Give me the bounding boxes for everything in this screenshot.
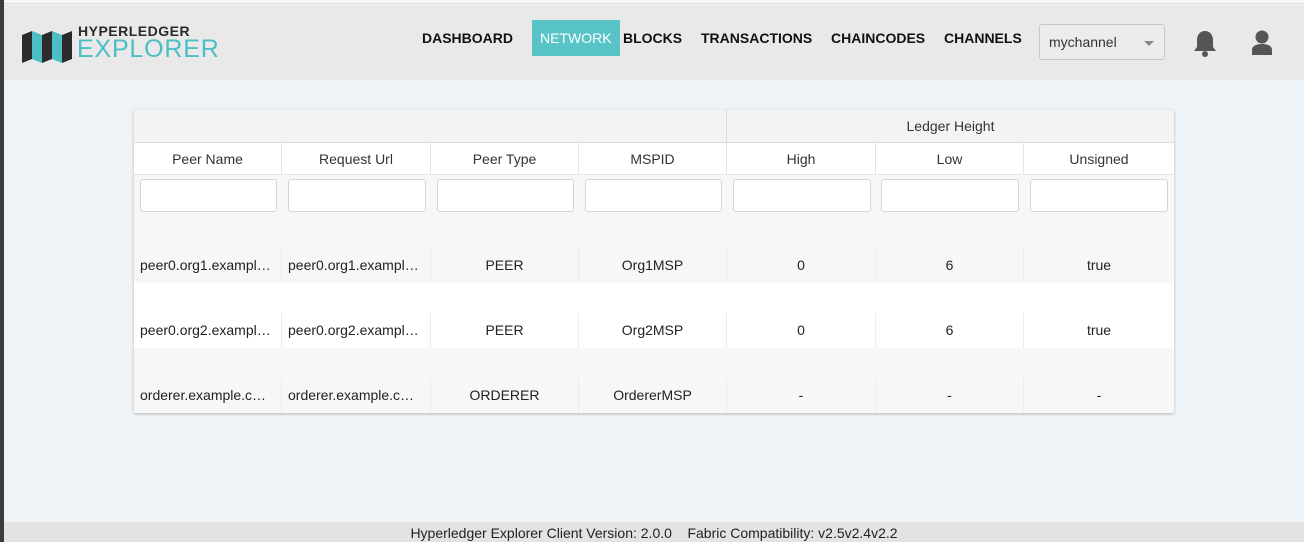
logo-text-explorer: EXPLORER bbox=[77, 35, 220, 63]
ledger-height-group-label: Ledger Height bbox=[906, 118, 995, 134]
cell-request-url: peer0.org2.exampl… bbox=[282, 313, 431, 348]
cell-high: 0 bbox=[727, 248, 876, 283]
bell-icon[interactable] bbox=[1192, 29, 1218, 57]
filter-input-low[interactable] bbox=[881, 179, 1019, 212]
filter-input-request-url[interactable] bbox=[288, 179, 426, 212]
window-edge bbox=[0, 0, 4, 542]
column-header-low[interactable]: Low bbox=[876, 143, 1024, 175]
cell-peer-type: ORDERER bbox=[431, 378, 579, 413]
nav-channels[interactable]: CHANNELS bbox=[944, 20, 1022, 56]
cell-request-url: orderer.example.c… bbox=[282, 378, 431, 413]
filter-input-mspid[interactable] bbox=[585, 179, 722, 212]
channel-select[interactable]: mychannel bbox=[1039, 24, 1165, 60]
table-header-row: Peer Name Request Url Peer Type MSPID Hi… bbox=[134, 143, 1174, 175]
nav-dashboard[interactable]: DASHBOARD bbox=[422, 20, 513, 56]
nav-blocks[interactable]: BLOCKS bbox=[623, 20, 682, 56]
peers-table: Ledger Height Peer Name Request Url Peer… bbox=[134, 110, 1174, 413]
table-filter-row bbox=[134, 175, 1174, 218]
table-row[interactable]: orderer.example.c… orderer.example.c… OR… bbox=[134, 348, 1174, 413]
cell-unsigned: true bbox=[1086, 257, 1112, 273]
cell-unsigned: true bbox=[1086, 322, 1112, 338]
cell-peer-name: peer0.org1.exampl… bbox=[134, 248, 282, 283]
cell-low: 6 bbox=[876, 248, 1024, 283]
top-navbar: HYPERLEDGER EXPLORER DASHBOARD NETWORK B… bbox=[4, 5, 1304, 80]
window-top-edge bbox=[4, 0, 1304, 4]
nav-network[interactable]: NETWORK bbox=[532, 20, 620, 56]
column-header-high[interactable]: High bbox=[727, 143, 876, 175]
filter-input-peer-type[interactable] bbox=[437, 179, 574, 212]
table-row[interactable]: peer0.org1.exampl… peer0.org1.exampl… PE… bbox=[134, 218, 1174, 283]
column-header-peer-name[interactable]: Peer Name bbox=[134, 143, 282, 175]
user-icon[interactable] bbox=[1249, 29, 1275, 57]
column-header-request-url[interactable]: Request Url bbox=[282, 143, 431, 175]
channel-select-value: mychannel bbox=[1049, 34, 1117, 50]
logo-blocks-icon bbox=[22, 31, 72, 63]
nav-transactions[interactable]: TRANSACTIONS bbox=[701, 20, 812, 56]
cell-peer-name: orderer.example.c… bbox=[134, 378, 282, 413]
table-row[interactable]: peer0.org2.exampl… peer0.org2.exampl… PE… bbox=[134, 283, 1174, 348]
cell-request-url: peer0.org1.exampl… bbox=[282, 248, 431, 283]
filter-input-unsigned[interactable] bbox=[1030, 179, 1168, 212]
cell-low: - bbox=[876, 378, 1024, 413]
cell-low: 6 bbox=[876, 313, 1024, 348]
version-footer: Hyperledger Explorer Client Version: 2.0… bbox=[4, 522, 1304, 542]
column-header-unsigned[interactable]: Unsigned bbox=[1024, 143, 1174, 175]
cell-high: 0 bbox=[727, 313, 876, 348]
cell-high: - bbox=[727, 378, 876, 413]
hyperledger-explorer-logo[interactable]: HYPERLEDGER EXPLORER bbox=[22, 23, 232, 63]
cell-peer-type: PEER bbox=[431, 313, 579, 348]
column-header-peer-type[interactable]: Peer Type bbox=[431, 143, 579, 175]
cell-peer-type: PEER bbox=[431, 248, 579, 283]
filter-input-high[interactable] bbox=[733, 179, 871, 212]
cell-mspid: Org1MSP bbox=[579, 248, 727, 283]
chevron-down-icon bbox=[1144, 41, 1154, 46]
column-header-mspid[interactable]: MSPID bbox=[579, 143, 727, 175]
filter-input-peer-name[interactable] bbox=[140, 179, 277, 212]
cell-mspid: Org2MSP bbox=[579, 313, 727, 348]
cell-unsigned: - bbox=[1096, 387, 1102, 403]
table-group-header: Ledger Height bbox=[134, 110, 1174, 143]
group-header-spacer bbox=[134, 110, 727, 143]
cell-peer-name: peer0.org2.exampl… bbox=[134, 313, 282, 348]
nav-chaincodes[interactable]: CHAINCODES bbox=[831, 20, 925, 56]
cell-mspid: OrdererMSP bbox=[579, 378, 727, 413]
